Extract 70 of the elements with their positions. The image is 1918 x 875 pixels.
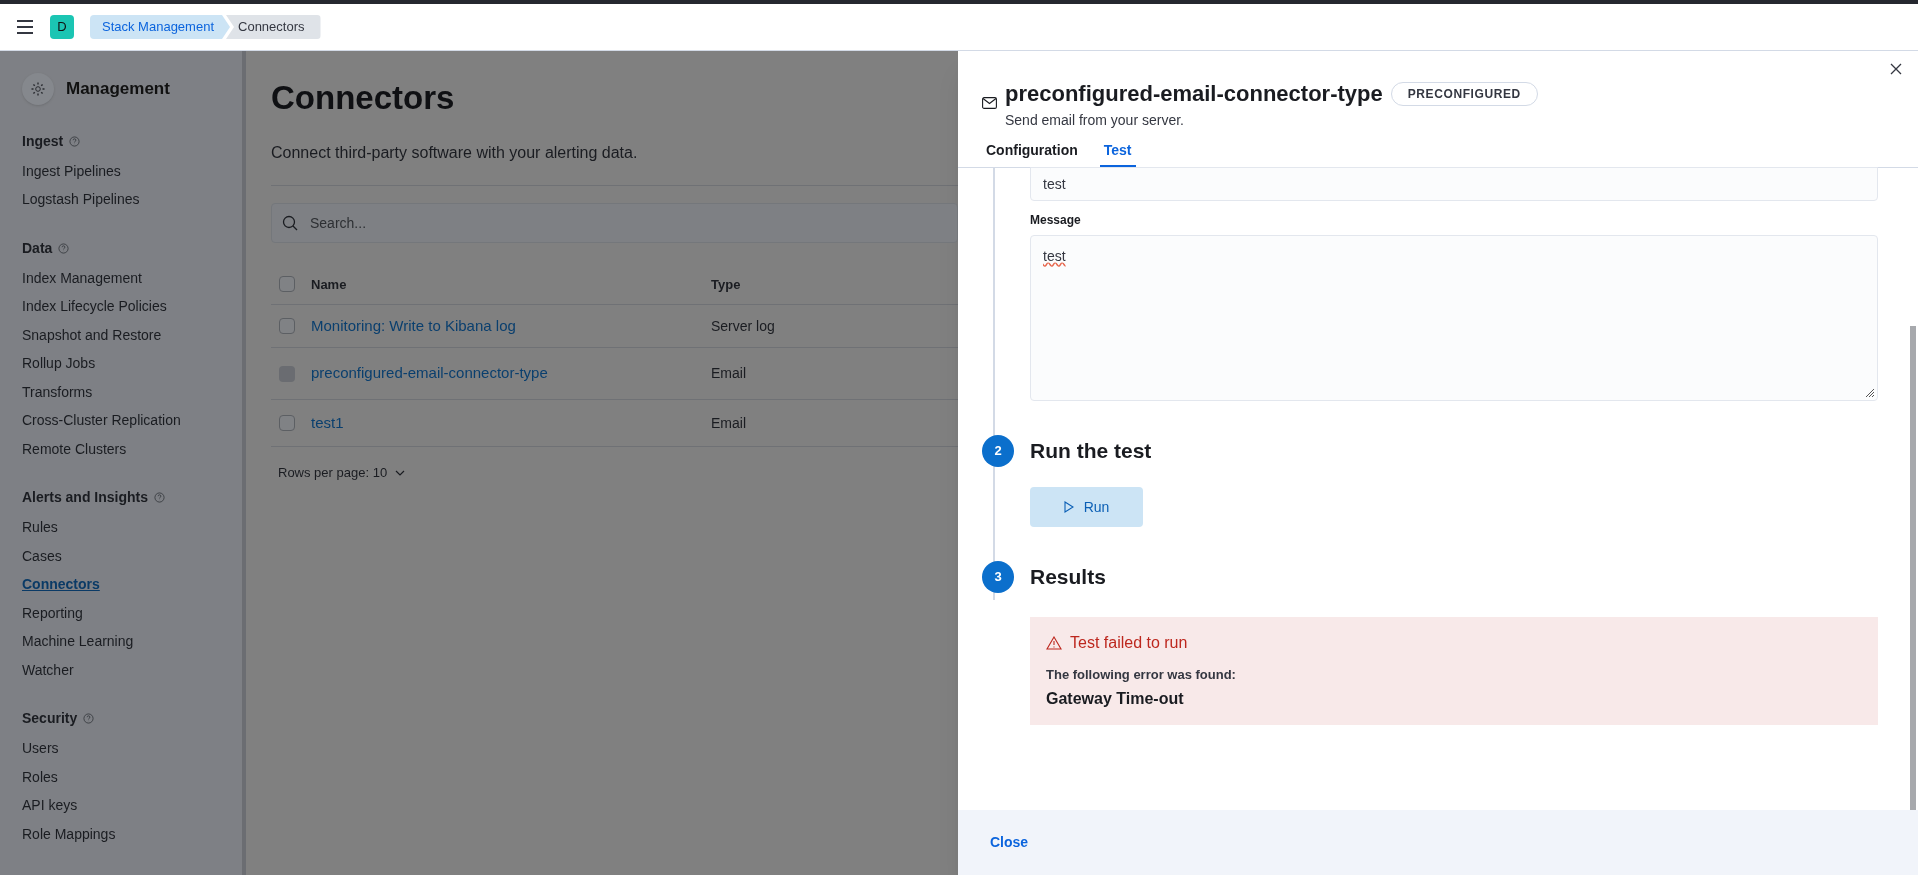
- sidebar-item[interactable]: Ingest Pipelines: [22, 160, 121, 182]
- sidebar-item[interactable]: Machine Learning: [22, 631, 134, 653]
- section-heading: Security: [22, 709, 78, 728]
- play-icon: [1063, 501, 1074, 513]
- menu-icon[interactable]: [16, 20, 34, 34]
- flyout-title: preconfigured-email-connector-type: [1005, 80, 1383, 108]
- section-heading: Ingest: [22, 131, 64, 151]
- help-icon[interactable]: [83, 713, 95, 724]
- help-icon[interactable]: [58, 242, 70, 254]
- text-input[interactable]: test: [1030, 167, 1878, 201]
- page-description: Connect third-party software with your alerting data.: [271, 142, 639, 163]
- help-icon[interactable]: [154, 492, 166, 503]
- row-checkbox[interactable]: [279, 415, 295, 431]
- step-title: Results: [1030, 564, 1106, 591]
- section-heading: Alerts and Insights: [22, 488, 149, 507]
- callout-label: The following error was found:: [1046, 666, 1237, 684]
- step-number: 3: [982, 561, 1014, 593]
- sidebar-item[interactable]: Watcher: [22, 659, 74, 681]
- page-title: Connectors: [271, 78, 456, 118]
- close-icon[interactable]: [1890, 63, 1902, 75]
- row-checkbox[interactable]: [279, 318, 295, 334]
- sidebar-item[interactable]: Transforms: [22, 381, 93, 403]
- sidebar-item[interactable]: Reporting: [22, 602, 83, 624]
- search-field[interactable]: Search...: [271, 202, 958, 243]
- warning-icon: [1046, 636, 1062, 650]
- sidebar-item[interactable]: Snapshot and Restore: [22, 324, 162, 346]
- sidebar-item[interactable]: Rollup Jobs: [22, 353, 96, 375]
- scrollbar[interactable]: [1910, 325, 1916, 810]
- error-message: Gateway Time-out: [1046, 688, 1185, 709]
- envelope-icon: [982, 97, 997, 109]
- field-label: Message: [1030, 212, 1082, 229]
- breadcrumb[interactable]: Connectors: [226, 15, 321, 39]
- sidebar-item[interactable]: Cases: [22, 545, 62, 567]
- section-heading: Data: [22, 238, 53, 258]
- connector-link[interactable]: Monitoring: Write to Kibana log: [311, 316, 516, 334]
- sidebar-item[interactable]: Role Mappings: [22, 823, 116, 845]
- close-button[interactable]: Close: [990, 832, 1029, 853]
- run-button[interactable]: Run: [1030, 487, 1143, 527]
- help-icon[interactable]: [69, 135, 81, 147]
- callout-title: Test failed to run: [1070, 633, 1188, 653]
- sidebar-item[interactable]: Logstash Pipelines: [22, 189, 140, 211]
- sidebar-item[interactable]: Rules: [22, 517, 58, 539]
- settings-icon: [22, 73, 54, 105]
- flyout-description: Send email from your server.: [1005, 111, 1185, 130]
- search-icon: [282, 214, 298, 231]
- sidebar-item[interactable]: Connectors: [22, 574, 100, 596]
- table-cell: Email: [711, 414, 746, 431]
- step-title: Run the test: [1030, 438, 1152, 465]
- caret-icon: [395, 469, 406, 476]
- sidebar-item[interactable]: Cross-Cluster Replication: [22, 410, 181, 432]
- sidebar-item[interactable]: Roles: [22, 766, 58, 788]
- sidebar-item[interactable]: Remote Clusters: [22, 438, 127, 460]
- table-cell: Email: [711, 365, 746, 381]
- table-cell: Server log: [711, 317, 775, 334]
- sidebar-item[interactable]: Users: [22, 738, 59, 760]
- message-textarea[interactable]: test: [1030, 235, 1878, 401]
- connector-link[interactable]: test1: [311, 413, 344, 431]
- resize-handle-icon[interactable]: [1865, 388, 1875, 398]
- breadcrumb[interactable]: Stack Management: [90, 15, 230, 39]
- select-all-checkbox[interactable]: [279, 276, 295, 293]
- tab[interactable]: Configuration: [982, 135, 1082, 167]
- sidebar-item[interactable]: API keys: [22, 795, 78, 817]
- space-avatar[interactable]: D: [50, 15, 74, 39]
- sidebar-item[interactable]: Index Management: [22, 267, 142, 289]
- column-header[interactable]: Type: [711, 276, 741, 292]
- sidebar-item[interactable]: Index Lifecycle Policies: [22, 296, 167, 318]
- rows-per-page-button[interactable]: Rows per page: 10: [278, 463, 406, 483]
- step-number: 2: [982, 435, 1014, 467]
- sidebar-title: Management: [66, 78, 170, 101]
- column-header[interactable]: Name: [311, 276, 347, 292]
